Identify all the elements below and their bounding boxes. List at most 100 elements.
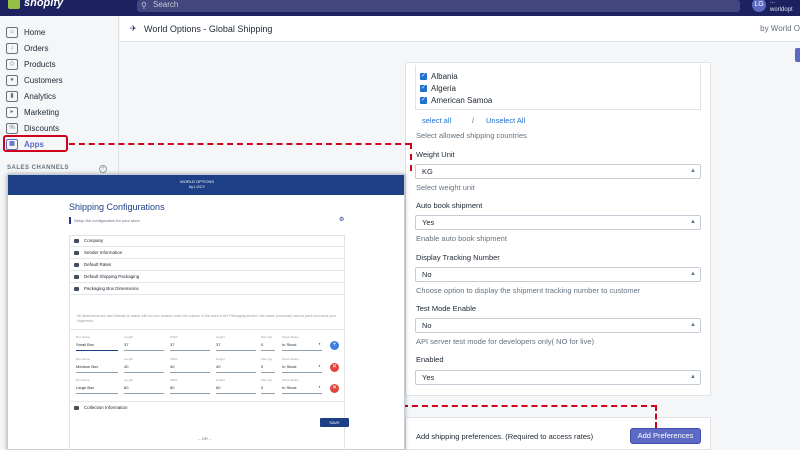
packaging-icon: [74, 275, 79, 279]
dropdown-icon: ▼: [318, 385, 321, 389]
orders-icon: ↓: [6, 42, 18, 54]
box-height-field[interactable]: Height 40: [216, 357, 256, 373]
box-length-field[interactable]: Length 40: [124, 357, 164, 373]
sidebar-item-discounts[interactable]: % Discounts: [6, 121, 59, 135]
divider: [70, 329, 344, 330]
box-name-field[interactable]: Box Name Small Box: [76, 335, 118, 351]
test-mode-select[interactable]: No ▲: [415, 318, 701, 333]
connector-line: [69, 143, 411, 145]
truck-icon: [74, 406, 79, 410]
or-divider: -- OR --: [198, 436, 212, 441]
marketing-icon: ▸: [6, 106, 18, 118]
tracking-label: Display Tracking Number: [416, 253, 500, 262]
section-company[interactable]: Company: [70, 235, 344, 247]
select-all-link[interactable]: select all: [422, 116, 451, 125]
box-name-field[interactable]: Box Name Large Box: [76, 378, 118, 394]
avatar[interactable]: LG: [752, 0, 766, 12]
checkbox-checked-icon[interactable]: ✓: [420, 85, 427, 92]
box-width-field[interactable]: Width 60: [170, 378, 210, 394]
home-icon: ⌂: [6, 26, 18, 38]
shopify-logo[interactable]: shopify: [8, 0, 63, 9]
box-qty-field[interactable]: Max Qty 0: [261, 335, 275, 351]
sidebar-item-home[interactable]: ⌂ Home: [6, 25, 45, 39]
preferences-text: Add shipping preferences. (Required to a…: [416, 432, 594, 441]
box-height-field[interactable]: Height 37: [216, 335, 256, 351]
tracking-select[interactable]: No ▲: [415, 267, 701, 282]
box-row: Box Name Large Box Length 60 Width 60 Heigh…: [76, 378, 344, 394]
sales-channels-heading: SALES CHANNELS: [7, 165, 70, 171]
checkbox-checked-icon[interactable]: ✓: [420, 97, 427, 104]
tag-icon: ◇: [6, 58, 18, 70]
overlay-header: WORLD OPTIONS by LGCY: [8, 175, 404, 195]
box-length-field[interactable]: Length 60: [124, 378, 164, 394]
box-width-field[interactable]: Width 40: [170, 357, 210, 373]
section-rates[interactable]: Default Rates: [70, 259, 344, 271]
weight-unit-select[interactable]: KG ▲: [415, 164, 701, 179]
box-qty-field[interactable]: Max Qty 0: [261, 378, 275, 394]
select-caret-icon: ▲: [690, 322, 696, 328]
top-bar: shopify ⚲ Search LG ... worldopt: [0, 0, 800, 16]
sidebar-item-marketing[interactable]: ▸ Marketing: [6, 105, 59, 119]
country-option[interactable]: ✓ Algeria: [420, 83, 456, 94]
unselect-all-link[interactable]: Unselect All: [486, 116, 525, 125]
sender-icon: [74, 251, 79, 255]
checkbox-checked-icon[interactable]: ✓: [420, 73, 427, 80]
save-button[interactable]: SAVE: [320, 418, 349, 427]
section-box-dimensions[interactable]: Packaging Box Dimensions: [70, 283, 344, 295]
box-status-select[interactable]: Stock Status In Stock ▼: [282, 357, 322, 373]
logo-text: shopify: [24, 0, 64, 9]
app-developer[interactable]: by World O: [760, 24, 800, 33]
add-preferences-button[interactable]: Add Preferences: [630, 428, 701, 444]
search-placeholder: Search: [153, 0, 179, 9]
select-caret-icon: ▲: [690, 219, 696, 225]
add-box-button[interactable]: +: [330, 341, 339, 350]
countries-help: Select allowed shipping countries: [416, 131, 527, 140]
add-sales-channel-button[interactable]: +: [99, 165, 107, 173]
sidebar-item-customers[interactable]: ● Customers: [6, 73, 63, 87]
test-mode-help: API server test mode for developers only…: [416, 337, 594, 346]
app-title: World Options - Global Shipping: [144, 24, 273, 34]
auto-book-help: Enable auto book shipment: [416, 234, 507, 243]
customers-icon: ●: [6, 74, 18, 86]
connector-line: [402, 405, 657, 407]
box-row: Box Name Small Box Length 37 Width 37 Heigh…: [76, 335, 344, 351]
box-status-select[interactable]: Stock Status In Stock ▼: [282, 335, 322, 351]
auto-book-select[interactable]: Yes ▲: [415, 215, 701, 230]
search-icon: ⚲: [141, 1, 147, 10]
overlay-title: Shipping Configurations: [69, 202, 165, 212]
store-name[interactable]: ... worldopt: [770, 0, 793, 14]
box-name-field[interactable]: Box Name Medium Box: [76, 357, 118, 373]
discount-icon: %: [6, 122, 18, 134]
search-input[interactable]: ⚲ Search: [137, 0, 740, 12]
sidebar-item-analytics[interactable]: ▮ Analytics: [6, 89, 56, 103]
world-options-logo: WORLD OPTIONS by LGCY: [180, 179, 215, 189]
country-option[interactable]: ✓ American Samoa: [420, 95, 492, 106]
shipping-config-screenshot: WORLD OPTIONS by LGCY Shipping Configura…: [7, 174, 405, 450]
weight-unit-help: Select weight unit: [416, 183, 475, 192]
sidebar-item-orders[interactable]: ↓ Orders: [6, 41, 48, 55]
header-action-button[interactable]: [795, 48, 800, 62]
select-caret-icon: ▲: [690, 374, 696, 380]
section-packaging[interactable]: Default Shipping Packaging: [70, 271, 344, 283]
section-collection[interactable]: Collection Information: [70, 401, 344, 412]
box-width-field[interactable]: Width 37: [170, 335, 210, 351]
box-length-field[interactable]: Length 37: [124, 335, 164, 351]
box-height-field[interactable]: Height 60: [216, 378, 256, 394]
dropdown-icon: ▼: [318, 364, 321, 368]
gear-icon[interactable]: ⚙: [339, 216, 344, 223]
enabled-select[interactable]: Yes ▲: [415, 370, 701, 385]
overlay-subtitle: Setup the configuration for your store.: [74, 218, 141, 223]
delete-box-button[interactable]: ✕: [330, 384, 339, 393]
connector-line: [410, 143, 412, 171]
delete-box-button[interactable]: ✕: [330, 363, 339, 372]
link-separator: /: [472, 116, 475, 125]
box-qty-field[interactable]: Max Qty 0: [261, 357, 275, 373]
country-option[interactable]: ✓ Albania: [420, 71, 458, 82]
sidebar-item-products[interactable]: ◇ Products: [6, 57, 56, 71]
section-sender[interactable]: Sender Information: [70, 247, 344, 259]
box-status-select[interactable]: Stock Status In Stock ▼: [282, 378, 322, 394]
analytics-icon: ▮: [6, 90, 18, 102]
tracking-help: Choose option to display the shipment tr…: [416, 286, 641, 295]
shopify-bag-icon: [8, 0, 20, 9]
company-icon: [74, 239, 79, 243]
